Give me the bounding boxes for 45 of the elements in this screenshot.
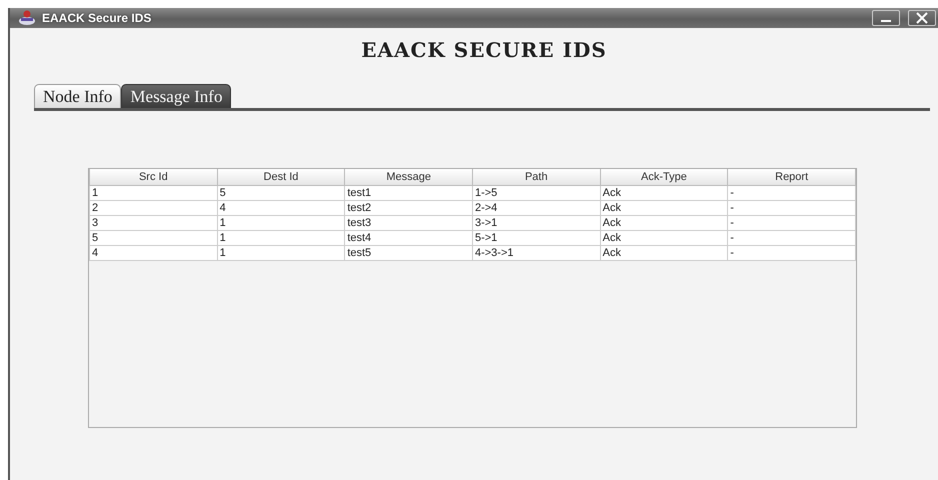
table-cell: - (728, 230, 856, 246)
table-cell: 2 (90, 200, 218, 216)
column-header[interactable]: Ack-Type (600, 169, 728, 186)
table-cell: 1 (217, 216, 345, 230)
tab[interactable]: Message Info (121, 84, 232, 108)
column-header[interactable]: Dest Id (217, 169, 345, 186)
app-heading: EAACK SECURE IDS (361, 38, 607, 62)
table-cell: 5 (90, 230, 218, 246)
table-cell: - (728, 186, 856, 200)
column-header[interactable]: Src Id (90, 169, 218, 186)
table-cell: 4 (90, 246, 218, 260)
table-cell: 3 (90, 216, 218, 230)
close-icon (915, 12, 929, 24)
table-cell: test5 (344, 246, 472, 260)
close-button[interactable] (908, 10, 936, 26)
window-title: EAACK Secure IDS (42, 11, 152, 25)
column-header[interactable]: Path (472, 169, 600, 186)
table-cell: Ack (600, 216, 728, 230)
table-cell: Ack (600, 200, 728, 216)
column-header[interactable]: Report (728, 169, 856, 186)
table-cell: 5 (217, 186, 345, 200)
table-cell: 4->3->1 (472, 246, 600, 260)
minimize-button[interactable] (872, 10, 900, 26)
table-cell: Ack (600, 246, 728, 260)
app-logo-icon (18, 10, 36, 26)
table-cell: Ack (600, 230, 728, 246)
minimize-icon (881, 20, 891, 22)
table-cell: 3->1 (472, 216, 600, 230)
table-cell: 5->1 (472, 230, 600, 246)
table-cell: - (728, 200, 856, 216)
column-header[interactable]: Message (344, 169, 472, 186)
table-cell: - (728, 246, 856, 260)
table-cell: test4 (344, 230, 472, 246)
table-cell: - (728, 216, 856, 230)
table-cell: 1 (217, 246, 345, 260)
table-cell: Ack (600, 186, 728, 200)
table-cell: test2 (344, 200, 472, 216)
tab[interactable]: Node Info (34, 84, 122, 108)
table-cell: test3 (344, 216, 472, 230)
table-cell: 4 (217, 200, 345, 216)
table-cell: 1->5 (472, 186, 600, 200)
table-cell: 1 (90, 186, 218, 200)
table-cell: 1 (217, 230, 345, 246)
table-cell: test1 (344, 186, 472, 200)
table-cell: 2->4 (472, 200, 600, 216)
